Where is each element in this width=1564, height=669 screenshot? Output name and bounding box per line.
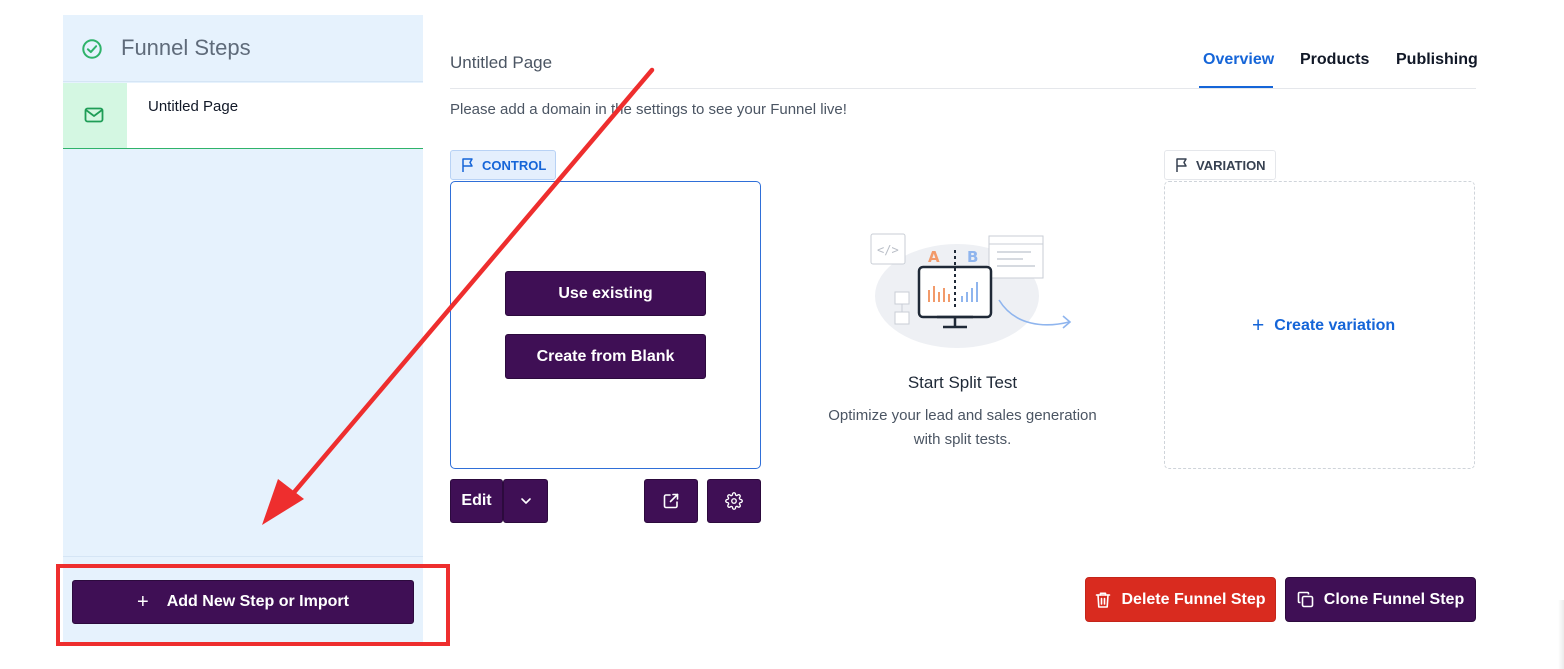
external-link-icon [663,493,679,509]
sidebar-step-item[interactable]: Untitled Page [63,83,423,149]
split-test-title: Start Split Test [907,373,1018,392]
page-title: Untitled Page [450,53,553,72]
plus-icon: + [137,590,149,613]
split-test-description: Optimize your lead and sales generation … [800,404,1125,452]
sidebar-title: Funnel Steps [121,35,251,60]
split-test-description-line: Optimize your lead and sales generation [828,407,1097,424]
use-existing-button[interactable]: Use existing [505,271,706,316]
add-new-step-button[interactable]: + Add New Step or Import [72,580,414,624]
gear-icon [725,492,743,510]
step-label: Untitled Page [148,98,239,115]
tab-publishing[interactable]: Publishing [1396,51,1478,69]
variant-b-label: B [967,248,978,266]
copy-icon [1297,591,1314,608]
sidebar-header: Funnel Steps [63,15,423,82]
variation-badge-label: VARIATION [1196,157,1266,173]
funnel-steps-sidebar: Funnel Steps Untitled Page + Add New Ste… [63,15,423,644]
envelope-icon [84,107,104,123]
control-badge-label: CONTROL [482,157,547,173]
header-divider [450,88,1476,89]
add-new-step-label: Add New Step or Import [166,593,349,610]
open-page-button[interactable] [644,479,698,523]
clone-funnel-step-button[interactable]: Clone Funnel Step [1285,577,1476,622]
sidebar-divider [63,556,423,557]
edit-options-dropdown-button[interactable] [503,479,548,523]
split-test-illustration: </> A B [870,233,1072,348]
step-icon-container [63,83,127,148]
split-test-description-line: with split tests. [913,431,1012,448]
trash-icon [1096,592,1111,608]
variation-badge: VARIATION [1164,150,1276,180]
variant-a-label: A [928,248,940,266]
create-from-blank-button[interactable]: Create from Blank [505,334,706,379]
flag-icon [1176,158,1187,172]
edit-button[interactable]: Edit [450,479,503,523]
delete-funnel-step-label: Delete Funnel Step [1121,590,1266,608]
control-card [450,181,761,469]
clone-funnel-step-label: Clone Funnel Step [1323,590,1465,608]
svg-text:</>: </> [877,243,899,257]
page-settings-button[interactable] [707,479,761,523]
tab-overview[interactable]: Overview [1203,51,1274,69]
scroll-edge-shadow [1558,600,1564,669]
chevron-down-icon [520,498,531,504]
delete-funnel-step-button[interactable]: Delete Funnel Step [1085,577,1276,622]
plus-icon: + [1252,314,1265,337]
tab-products[interactable]: Products [1300,51,1369,69]
create-variation-label: Create variation [1274,317,1396,334]
create-variation-button[interactable]: + Create variation [1252,314,1395,338]
domain-notice: Please add a domain in the settings to s… [450,101,847,118]
check-circle-icon [82,39,102,59]
flag-icon [462,158,473,172]
control-badge: CONTROL [450,150,557,180]
